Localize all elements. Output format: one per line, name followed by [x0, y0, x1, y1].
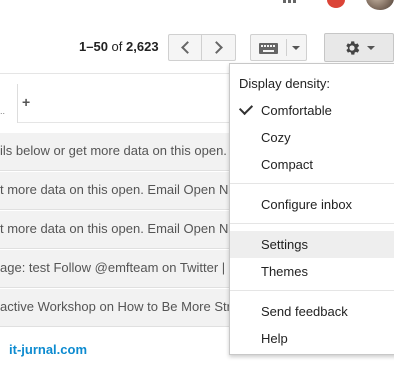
- tab-overflow[interactable]: ..: [0, 84, 18, 123]
- older-button[interactable]: [168, 34, 202, 61]
- chevron-right-icon: [210, 41, 223, 54]
- message-snippet: ils below or get more data on this open.: [0, 143, 227, 158]
- menu-item-label: Settings: [261, 237, 308, 252]
- density-heading: Display density:: [239, 76, 331, 91]
- chevron-down-icon: [367, 46, 375, 50]
- menu-item-label: Compact: [261, 157, 314, 172]
- menu-item-help[interactable]: Help: [230, 325, 394, 352]
- menu-item-label: Themes: [261, 264, 308, 279]
- pager-count: 1–50 of 2,623: [79, 39, 159, 54]
- menu-item-compact[interactable]: Compact: [230, 151, 394, 178]
- avatar[interactable]: [366, 0, 394, 10]
- settings-button[interactable]: [324, 33, 394, 62]
- menu-divider: [230, 223, 394, 224]
- menu-item-configure-inbox[interactable]: Configure inbox: [230, 191, 394, 218]
- menu-item-label: Configure inbox: [261, 197, 353, 212]
- button-divider: [286, 39, 287, 56]
- message-snippet: age: test Follow @emfteam on Twitter |: [0, 260, 226, 275]
- message-snippet: t more data on this open. Email Open N: [0, 221, 229, 236]
- menu-item-send-feedback[interactable]: Send feedback: [230, 298, 394, 325]
- menu-divider: [230, 290, 394, 291]
- menu-item-label: Send feedback: [261, 304, 348, 319]
- pager-total: 2,623: [126, 39, 159, 54]
- menu-item-cozy[interactable]: Cozy: [230, 124, 394, 151]
- notifications-icon[interactable]: [327, 0, 345, 8]
- settings-menu: Display density: Comfortable Cozy Compac…: [229, 63, 394, 355]
- gear-icon: [346, 41, 360, 55]
- menu-item-themes[interactable]: Themes: [230, 258, 394, 285]
- watermark: it-jurnal.com: [9, 342, 88, 357]
- pager-of: of: [111, 39, 123, 54]
- newer-button[interactable]: [201, 34, 236, 61]
- menu-item-label: Comfortable: [261, 103, 332, 118]
- input-tools-button[interactable]: [250, 34, 307, 61]
- menu-item-comfortable[interactable]: Comfortable: [230, 97, 394, 124]
- checkmark-icon: [238, 100, 254, 116]
- pager-range: 1–50: [79, 39, 108, 54]
- chevron-down-icon[interactable]: [292, 46, 300, 50]
- menu-item-label: Help: [261, 331, 288, 346]
- chevron-left-icon: [181, 41, 194, 54]
- add-tab-button[interactable]: +: [22, 94, 30, 110]
- menu-divider: [230, 183, 394, 184]
- message-snippet: active Workshop on How to Be More Stra: [0, 299, 239, 314]
- message-snippet: t more data on this open. Email Open N: [0, 182, 229, 197]
- apps-grid-icon[interactable]: [283, 0, 297, 6]
- top-bar: [0, 0, 394, 14]
- tab-overflow-label: ..: [0, 106, 6, 116]
- menu-item-label: Cozy: [261, 130, 291, 145]
- menu-item-settings[interactable]: Settings: [230, 231, 394, 258]
- keyboard-icon: [259, 43, 278, 54]
